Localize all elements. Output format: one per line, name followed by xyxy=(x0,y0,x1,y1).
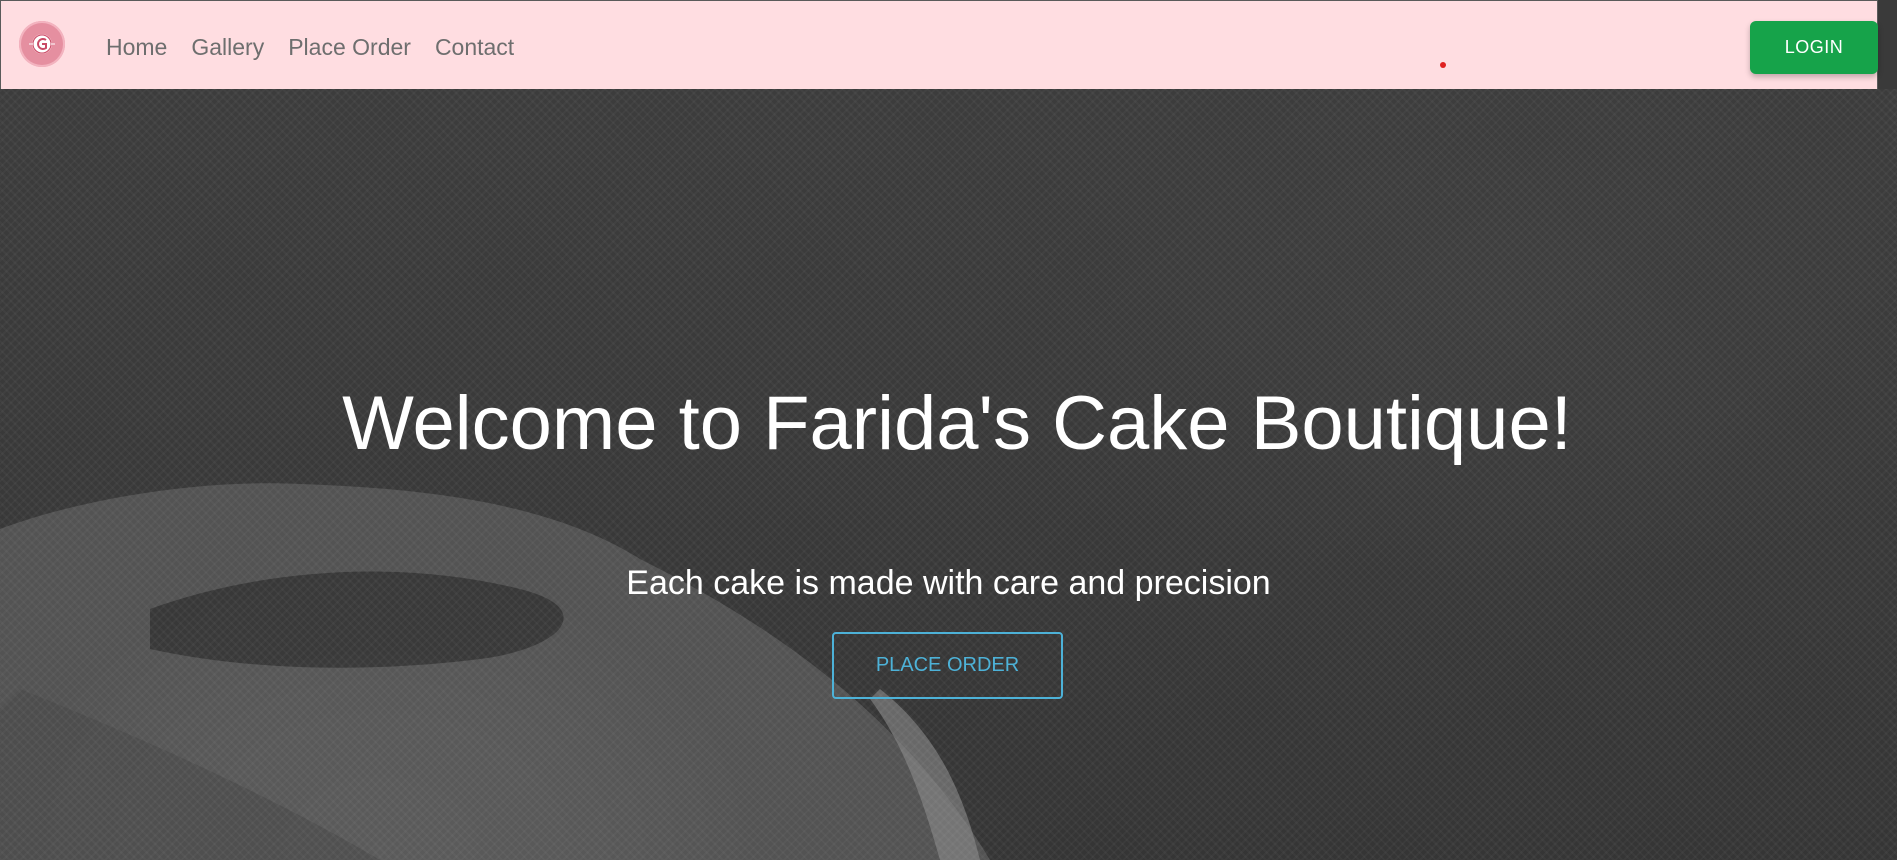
hero-section: Welcome to Farida's Cake Boutique! Each … xyxy=(0,89,1897,860)
logo-icon[interactable] xyxy=(19,21,65,67)
nav-contact-link[interactable]: Contact xyxy=(435,31,514,63)
logo-emblem-icon xyxy=(29,34,55,54)
nav-gallery-link[interactable]: Gallery xyxy=(191,31,264,63)
login-button[interactable]: LOGIN xyxy=(1750,21,1878,74)
hero-texture-overlay xyxy=(0,89,1897,860)
top-navbar: Home Gallery Place Order Contact LOGIN xyxy=(0,0,1878,89)
nav-home-link[interactable]: Home xyxy=(106,31,167,63)
place-order-button[interactable]: PLACE ORDER xyxy=(832,632,1063,699)
red-dot-indicator xyxy=(1440,62,1446,68)
main-nav: Home Gallery Place Order Contact xyxy=(106,31,514,63)
hero-title: Welcome to Farida's Cake Boutique! xyxy=(342,381,1572,466)
hero-subtitle: Each cake is made with care and precisio… xyxy=(626,564,1271,602)
nav-place-order-link[interactable]: Place Order xyxy=(288,31,411,63)
